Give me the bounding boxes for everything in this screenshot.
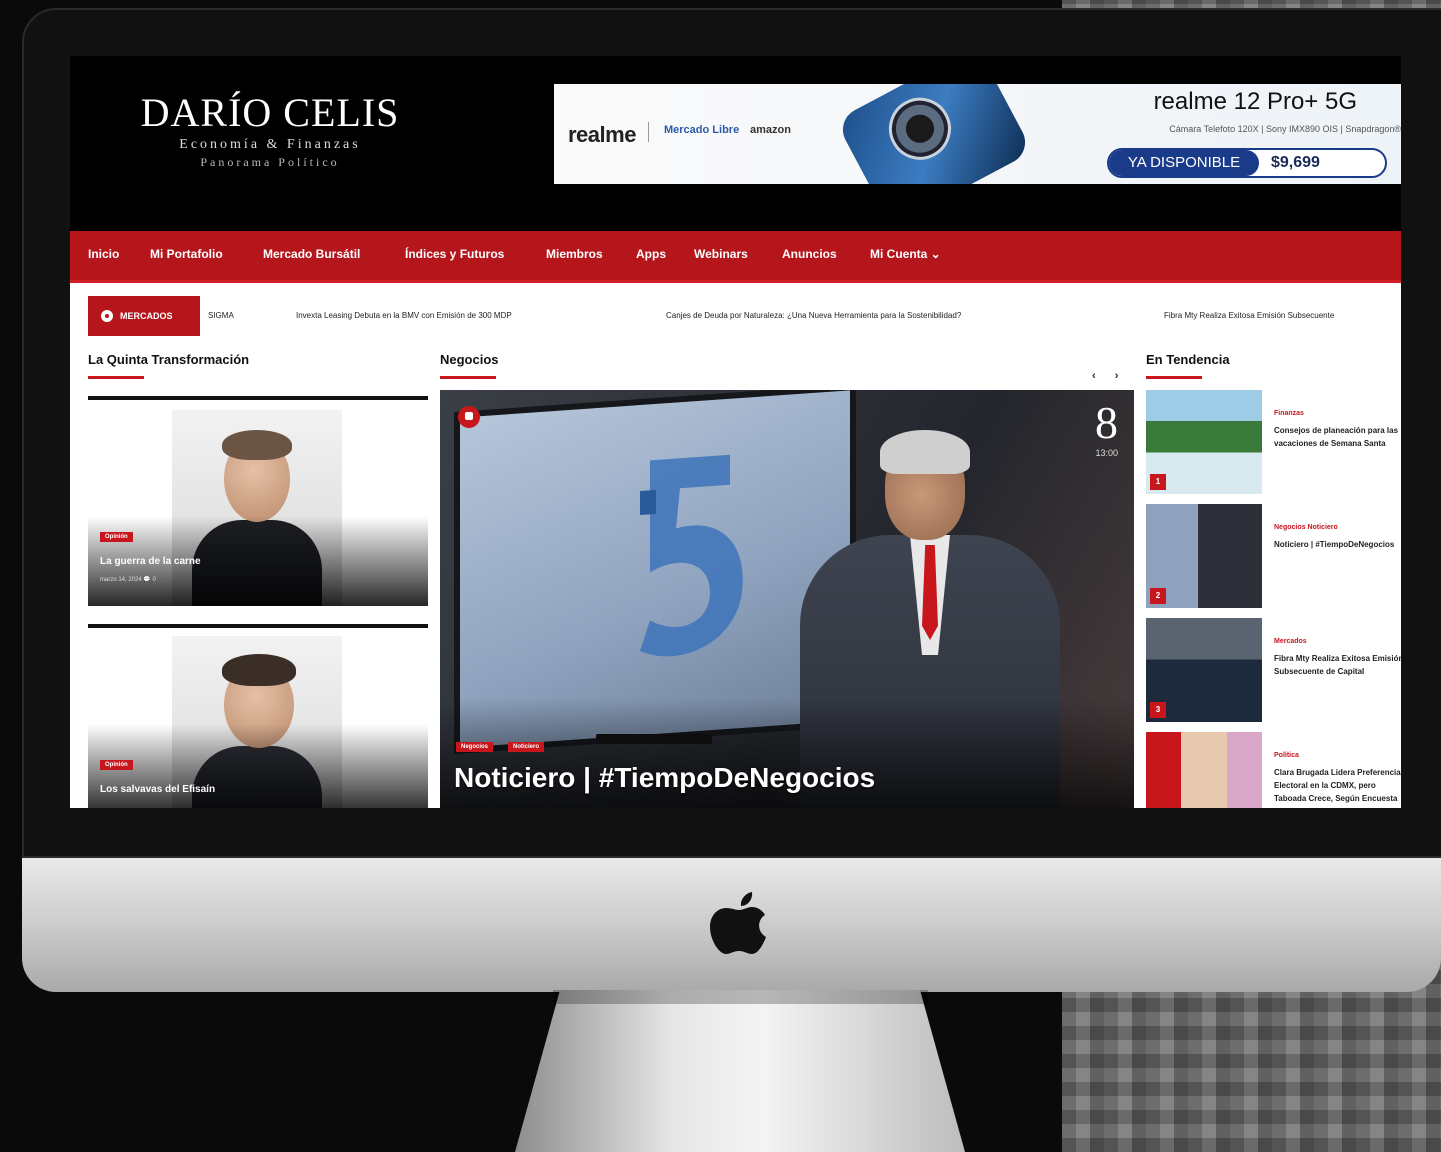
section-underline <box>1146 376 1202 379</box>
trending-thumbnail: 1 <box>1146 390 1262 494</box>
presenter-hair <box>880 430 970 474</box>
logo-subtitle: Economía & Finanzas <box>179 137 361 152</box>
section-title-negocios: Negocios <box>440 352 499 367</box>
ad-specs: Cámara Telefoto 120X | Sony IMX890 OIS |… <box>1169 124 1401 134</box>
logo-tagline: Panorama Político <box>200 155 340 169</box>
carousel-arrows[interactable]: ‹ › <box>1092 370 1126 382</box>
category-tag[interactable]: Opinión <box>100 532 133 542</box>
monitor-stand <box>515 990 965 1152</box>
logo-title: DARÍO CELIS <box>140 90 400 135</box>
main-nav: Inicio Mi Portafolio Mercado Bursátil Ín… <box>70 231 1401 283</box>
trending-title[interactable]: Fibra Mty Realiza Exitosa Emisión Subsec… <box>1274 652 1401 678</box>
trending-title[interactable]: Noticiero | #TiempoDeNegocios <box>1274 538 1401 551</box>
section-underline <box>440 376 496 379</box>
section-underline <box>88 376 144 379</box>
trending-title[interactable]: Clara Brugada Lidera Preferencia Elector… <box>1274 766 1401 805</box>
person-hair <box>222 654 296 686</box>
nav-item-webinars[interactable]: Webinars <box>694 247 748 261</box>
nav-item-mi-cuenta[interactable]: Mi Cuenta ⌄ <box>870 247 941 261</box>
ad-phone-image <box>835 84 1033 184</box>
nav-item-mi-portafolio[interactable]: Mi Portafolio <box>150 247 223 261</box>
stage: DARÍO CELIS Economía & Finanzas Panorama… <box>0 0 1441 1152</box>
video-progress-bar[interactable] <box>596 734 712 744</box>
ad-price: $9,699 <box>1271 154 1320 171</box>
trending-title[interactable]: Consejos de planeación para las vacacion… <box>1274 424 1401 450</box>
trending-item[interactable]: 2 Negocios Noticiero Noticiero | #Tiempo… <box>1146 504 1401 608</box>
trending-item[interactable]: 1 Finanzas Consejos de planeación para l… <box>1146 390 1401 494</box>
section-title-quinta: La Quinta Transformación <box>88 352 250 367</box>
hero-video[interactable]: 8 13:00 Negocios Noticiero Noticiero | #… <box>440 390 1134 808</box>
channel-number: 8 <box>1095 397 1118 448</box>
ad-banner[interactable]: realme Mercado Libre amazon realme 12 Pr… <box>554 84 1401 184</box>
ticker-badge-label: MERCADOS <box>120 311 173 321</box>
trending-thumbnail: 2 <box>1146 504 1262 608</box>
ticker-item[interactable]: Invexta Leasing Debuta en la BMV con Emi… <box>296 311 512 320</box>
record-icon <box>101 310 113 322</box>
video-icon[interactable] <box>458 406 480 428</box>
ad-model: realme 12 Pro+ 5G <box>1153 88 1357 115</box>
nav-item-anuncios[interactable]: Anuncios <box>782 247 837 261</box>
card-shade <box>88 724 428 808</box>
trending-item[interactable]: 3 Mercados Fibra Mty Realiza Exitosa Emi… <box>1146 618 1401 722</box>
trending-category[interactable]: Negocios Noticiero <box>1274 524 1338 531</box>
channel-five-logo-icon <box>640 454 743 657</box>
ad-brand: realme <box>568 122 636 147</box>
trending-rank: 1 <box>1150 474 1166 490</box>
trending-thumbnail: 4 <box>1146 732 1262 808</box>
nav-item-miembros[interactable]: Miembros <box>546 247 603 261</box>
opinion-card[interactable]: Opinión La guerra de la carne marzo 14, … <box>88 396 428 606</box>
site-logo[interactable]: DARÍO CELIS Economía & Finanzas Panorama… <box>130 91 410 170</box>
person-hair <box>222 430 292 460</box>
trending-rank: 3 <box>1150 702 1166 718</box>
section-title-tendencia: En Tendencia <box>1146 352 1230 367</box>
site-header: DARÍO CELIS Economía & Finanzas Panorama… <box>70 56 1401 231</box>
trending-item[interactable]: 4 Política Clara Brugada Lidera Preferen… <box>1146 732 1401 808</box>
hero-title[interactable]: Noticiero | #TiempoDeNegocios <box>454 762 875 794</box>
opinion-card[interactable]: Opinión Los salvavas del Efisaín <box>88 624 428 808</box>
nav-item-mercado-bursatil[interactable]: Mercado Bursátil <box>263 247 360 261</box>
category-tag[interactable]: Negocios <box>456 742 494 752</box>
camera-lens-icon <box>878 86 962 171</box>
trending-thumbnail: 3 <box>1146 618 1262 722</box>
nav-item-inicio[interactable]: Inicio <box>88 247 119 261</box>
nav-item-apps[interactable]: Apps <box>636 247 666 261</box>
ticker-item[interactable]: Fibra Mty Realiza Exitosa Emisión Subsec… <box>1164 311 1334 320</box>
ad-cta-label: YA DISPONIBLE <box>1109 150 1259 176</box>
trending-rank: 2 <box>1150 588 1166 604</box>
news-ticker: MERCADOS SIGMA Invexta Leasing Debuta en… <box>88 296 1401 336</box>
ad-cta-button[interactable]: YA DISPONIBLE $9,699 <box>1107 148 1387 178</box>
card-meta: marzo 14, 2024 💬 0 <box>100 577 156 583</box>
ad-partner-amazon: amazon <box>750 124 791 136</box>
monitor-stand-shadow <box>553 990 928 1004</box>
category-tag[interactable]: Opinión <box>100 760 133 770</box>
trending-category[interactable]: Política <box>1274 752 1299 759</box>
hero-studio-screen <box>460 390 850 748</box>
apple-logo-icon <box>710 892 766 954</box>
trending-category[interactable]: Mercados <box>1274 638 1307 645</box>
trending-category[interactable]: Finanzas <box>1274 410 1304 417</box>
channel-time: 13:00 <box>1095 448 1118 458</box>
ad-partner-mercadolibre: Mercado Libre <box>664 124 740 136</box>
category-tag[interactable]: Noticiero <box>508 742 545 752</box>
browser-screen: DARÍO CELIS Economía & Finanzas Panorama… <box>70 56 1401 808</box>
ticker-item[interactable]: Canjes de Deuda por Naturaleza: ¿Una Nue… <box>666 311 961 320</box>
card-title[interactable]: Los salvavas del Efisaín <box>100 784 215 795</box>
nav-item-indices-futuros[interactable]: Índices y Futuros <box>405 247 504 261</box>
card-title[interactable]: La guerra de la carne <box>100 556 201 567</box>
ad-divider <box>648 122 649 142</box>
ticker-item[interactable]: SIGMA <box>208 311 234 320</box>
ticker-badge: MERCADOS <box>88 296 200 336</box>
